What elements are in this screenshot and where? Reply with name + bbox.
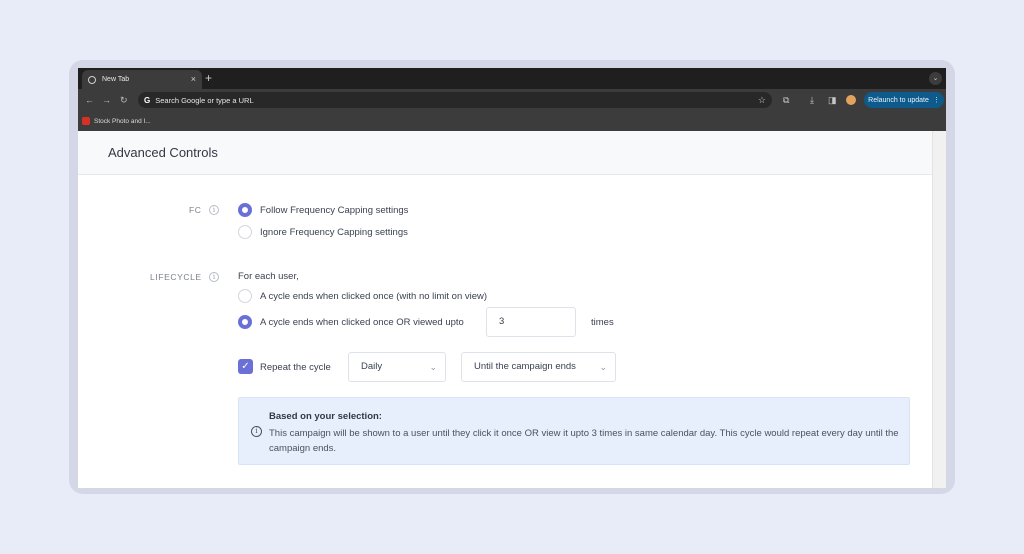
lifecycle-intro: For each user, (238, 271, 299, 282)
tab-search-icon[interactable]: ⌄ (929, 72, 942, 85)
relaunch-label: Relaunch to update (868, 96, 929, 104)
extensions-icon[interactable]: ⧉ (783, 94, 789, 106)
selection-summary: i Based on your selection: This campaign… (238, 397, 910, 465)
side-panel-icon[interactable]: ◨ (828, 94, 837, 106)
summary-text: This campaign will be shown to a user un… (269, 428, 899, 454)
chevron-down-icon: ⌄ (429, 362, 437, 372)
menu-icon[interactable]: ⋮ (933, 96, 940, 104)
section-header: Advanced Controls (78, 131, 932, 175)
forward-icon[interactable]: → (102, 94, 111, 106)
tab-new-tab[interactable]: New Tab × (82, 70, 202, 89)
bookmark-item[interactable]: Stock Photo and I... (94, 118, 151, 125)
page-content: Advanced Controls FC i Follow Frequency … (78, 131, 946, 488)
fc-follow-radio[interactable] (238, 203, 252, 217)
relaunch-button[interactable]: Relaunch to update ⋮ (864, 92, 944, 108)
cycle-click-only-radio[interactable] (238, 289, 252, 303)
cycle-click-only-label: A cycle ends when clicked once (with no … (260, 291, 488, 302)
bookmarks-bar: Stock Photo and I... (78, 111, 946, 131)
cycle-click-or-view-label: A cycle ends when clicked once OR viewed… (260, 317, 464, 328)
cycle-click-or-view-radio[interactable] (238, 315, 252, 329)
browser-toolbar: ← → ↻ G Search Google or type a URL ☆ ⧉ … (78, 89, 946, 111)
bookmark-favicon-icon (82, 117, 90, 125)
lifecycle-label: LIFECYCLE (150, 272, 202, 282)
chrome-icon (88, 75, 96, 84)
repeat-frequency-select[interactable]: Daily ⌄ (348, 352, 446, 382)
fc-follow-label: Follow Frequency Capping settings (260, 205, 409, 216)
close-tab-icon[interactable]: × (191, 75, 196, 84)
new-tab-button[interactable]: + (205, 72, 212, 84)
tab-bar: New Tab × + ⌄ (78, 68, 946, 89)
scrollbar[interactable] (932, 131, 946, 488)
repeat-until-select[interactable]: Until the campaign ends ⌄ (461, 352, 616, 382)
times-label: times (591, 317, 614, 328)
bookmark-star-icon[interactable]: ☆ (758, 95, 766, 106)
address-bar[interactable]: G Search Google or type a URL ☆ (138, 92, 772, 108)
back-icon[interactable]: ← (85, 94, 94, 106)
view-count-input[interactable]: 3 (486, 307, 576, 337)
profile-avatar[interactable] (846, 95, 856, 105)
repeat-until-value: Until the campaign ends (474, 361, 576, 372)
repeat-cycle-label: Repeat the cycle (260, 362, 331, 373)
address-bar-placeholder: Search Google or type a URL (155, 95, 254, 105)
chevron-down-icon: ⌄ (599, 362, 607, 372)
tab-title: New Tab (102, 76, 130, 83)
fc-info-icon[interactable]: i (209, 205, 219, 215)
repeat-frequency-value: Daily (361, 361, 383, 372)
reload-icon[interactable]: ↻ (120, 94, 128, 106)
fc-ignore-label: Ignore Frequency Capping settings (260, 227, 408, 238)
summary-title: Based on your selection: (269, 411, 382, 422)
repeat-cycle-checkbox[interactable]: ✓ (238, 359, 253, 374)
google-icon: G (144, 95, 151, 105)
page-title: Advanced Controls (108, 145, 218, 160)
fc-label: FC (189, 205, 202, 215)
fc-ignore-radio[interactable] (238, 225, 252, 239)
info-icon: i (251, 426, 262, 437)
lifecycle-info-icon[interactable]: i (209, 272, 219, 282)
download-icon[interactable]: ⤓ (810, 94, 814, 106)
browser-window: New Tab × + ⌄ ← → ↻ G Search Google or t… (78, 68, 946, 488)
